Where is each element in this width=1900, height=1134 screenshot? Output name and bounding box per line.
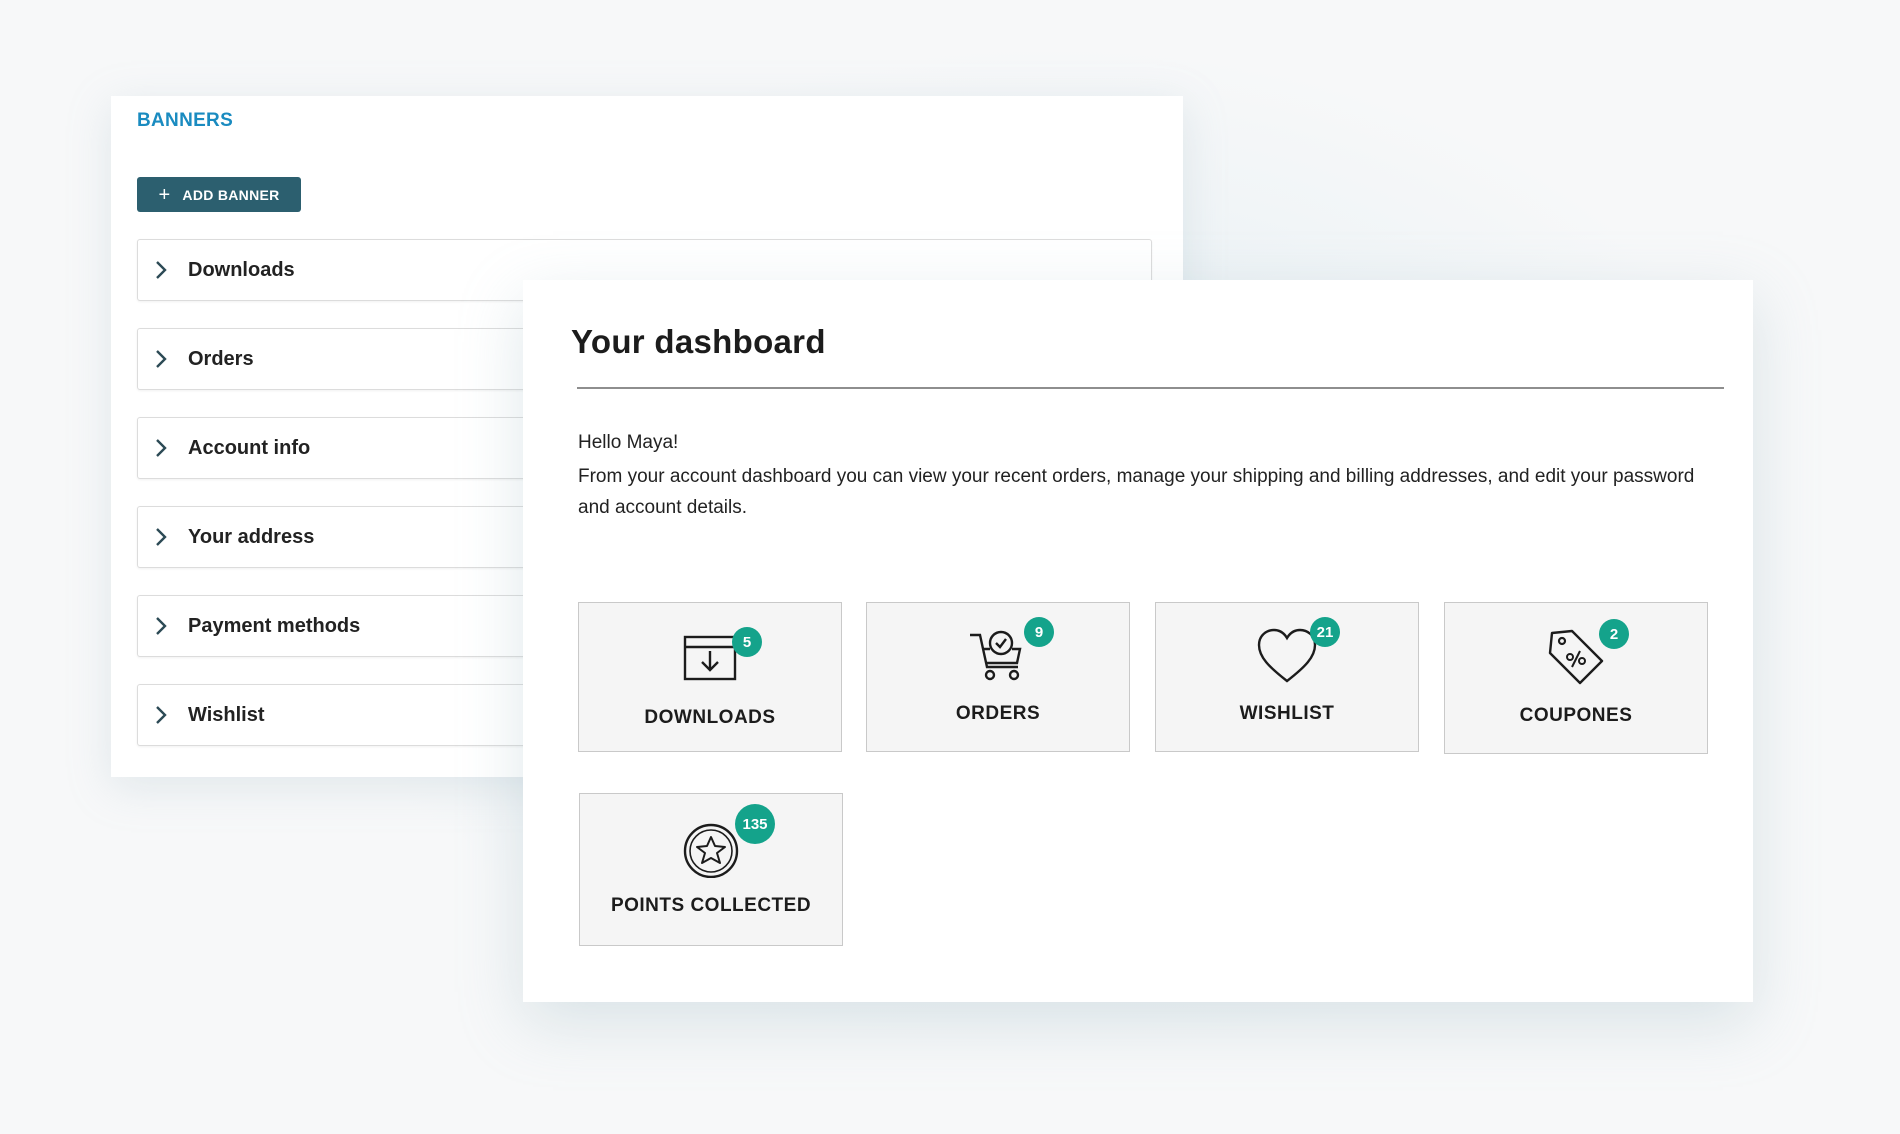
- cart-icon: [970, 630, 1022, 681]
- heart-icon: [1257, 628, 1317, 683]
- add-banner-button[interactable]: + ADD BANNER: [137, 177, 301, 212]
- accordion-label: Orders: [188, 347, 254, 370]
- coupon-tag-icon: [1548, 629, 1604, 685]
- tile-label: ORDERS: [955, 703, 1041, 724]
- tile-label: DOWNLOADS: [644, 707, 776, 728]
- tile-label: WISHLIST: [1239, 703, 1335, 724]
- chevron-right-icon: [156, 617, 167, 635]
- accordion-label: Account info: [188, 436, 311, 459]
- title-divider: [577, 387, 1724, 389]
- coupones-count-badge: 2: [1599, 619, 1629, 649]
- star-coin-icon: [683, 823, 739, 878]
- plus-icon: +: [158, 183, 171, 206]
- tile-orders[interactable]: 9 ORDERS: [866, 602, 1130, 752]
- download-box-icon: [683, 635, 737, 681]
- tile-downloads[interactable]: 5 DOWNLOADS: [578, 602, 842, 752]
- banners-title: BANNERS: [137, 110, 234, 131]
- downloads-count-badge: 5: [732, 627, 762, 657]
- tile-label: COUPONES: [1519, 705, 1633, 726]
- orders-count-badge: 9: [1024, 617, 1054, 647]
- add-banner-label: ADD BANNER: [182, 186, 280, 203]
- chevron-right-icon: [156, 706, 167, 724]
- dashboard-description: From your account dashboard you can view…: [578, 466, 1695, 518]
- tile-points-collected[interactable]: 135 POINTS COLLECTED: [579, 793, 843, 946]
- tile-wishlist[interactable]: 21 WISHLIST: [1155, 602, 1419, 752]
- chevron-right-icon: [156, 528, 167, 546]
- accordion-label: Downloads: [188, 258, 295, 281]
- accordion-label: Payment methods: [188, 614, 361, 637]
- page-title: Your dashboard: [571, 323, 826, 360]
- chevron-right-icon: [156, 261, 167, 279]
- points-count-badge: 135: [735, 804, 775, 844]
- chevron-right-icon: [156, 350, 167, 368]
- tile-coupones[interactable]: 2 COUPONES: [1444, 602, 1708, 754]
- accordion-label: Wishlist: [188, 703, 265, 726]
- accordion-label: Your address: [188, 525, 315, 548]
- wishlist-count-badge: 21: [1310, 617, 1340, 647]
- greeting-text: Hello Maya!: [578, 432, 679, 453]
- chevron-right-icon: [156, 439, 167, 457]
- tile-label: POINTS COLLECTED: [610, 895, 812, 916]
- dashboard-card: Your dashboard Hello Maya! From your acc…: [523, 280, 1753, 1002]
